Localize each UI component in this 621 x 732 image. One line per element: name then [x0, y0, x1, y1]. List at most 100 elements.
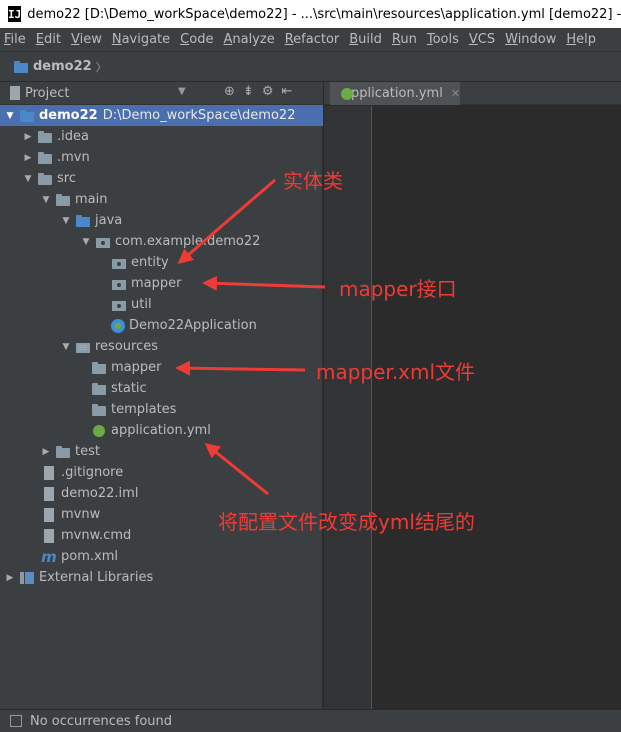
- menu-refactor[interactable]: Refactor: [281, 28, 344, 52]
- tab-label: application.yml: [343, 86, 443, 101]
- tool-windows-icon[interactable]: [10, 715, 22, 727]
- menu-view[interactable]: View: [67, 28, 106, 52]
- tree-node-mapper-folder[interactable]: mapper: [0, 357, 323, 378]
- tree-node-label: External Libraries: [39, 570, 154, 585]
- menu-analyze[interactable]: Analyze: [219, 28, 278, 52]
- expand-toggle-icon[interactable]: ▼: [60, 216, 72, 226]
- tree-node-demo22application[interactable]: Demo22Application: [0, 315, 323, 336]
- expand-toggle-icon[interactable]: ▼: [40, 195, 52, 205]
- editor-area[interactable]: [324, 106, 621, 709]
- tree-node-label: mapper: [131, 276, 182, 291]
- menu-code[interactable]: Code: [176, 28, 217, 52]
- menu-edit[interactable]: Edit: [32, 28, 65, 52]
- spring-boot-class-icon: [111, 318, 125, 333]
- menu-run[interactable]: Run: [388, 28, 421, 52]
- project-panel-header: Project ▼ ⊕ ⇟ ⚙ ⇤: [0, 82, 323, 105]
- target-icon[interactable]: ⊕: [224, 84, 235, 99]
- menu-bar: File Edit View Navigate Code Analyze Ref…: [0, 28, 621, 52]
- menu-navigate[interactable]: Navigate: [108, 28, 174, 52]
- package-icon: [111, 277, 127, 291]
- annotation-entity: 实体类: [283, 169, 343, 193]
- tree-node-label: util: [131, 297, 152, 312]
- tree-node-label: main: [75, 192, 108, 207]
- status-message: No occurrences found: [30, 713, 173, 729]
- project-view-selector[interactable]: Project: [4, 86, 69, 101]
- expand-toggle-icon[interactable]: ▶: [4, 573, 16, 583]
- module-folder-icon: [13, 60, 29, 74]
- package-icon: [95, 235, 111, 249]
- intellij-app-icon: IJ: [8, 6, 22, 22]
- tree-node-static[interactable]: static: [0, 378, 323, 399]
- expand-toggle-icon[interactable]: ▶: [40, 447, 52, 457]
- tree-node-util[interactable]: util: [0, 294, 323, 315]
- tree-node-application-yml[interactable]: application.yml: [0, 420, 323, 441]
- tree-node-src[interactable]: ▼ src: [0, 168, 323, 189]
- tree-node-demo22-iml[interactable]: demo22.iml: [0, 483, 323, 504]
- annotation-mapper-xml: mapper.xml文件: [316, 360, 476, 384]
- tree-node-label: demo22.iml: [61, 486, 139, 501]
- project-view-icon: [7, 86, 21, 100]
- chevron-right-icon: 〉: [95, 60, 107, 74]
- tree-node-label: pom.xml: [61, 549, 118, 564]
- expand-toggle-icon[interactable]: ▼: [60, 342, 72, 352]
- collapse-icon[interactable]: ⇟: [243, 84, 254, 99]
- editor-tab-bar: application.yml ✕: [324, 82, 621, 105]
- expand-toggle-icon[interactable]: ▼: [22, 174, 34, 184]
- tree-node-external-libraries[interactable]: ▶ External Libraries: [0, 567, 323, 588]
- gear-icon[interactable]: ⚙: [262, 84, 274, 99]
- menu-vcs[interactable]: VCS: [465, 28, 499, 52]
- library-icon: [19, 571, 35, 585]
- tree-node-test[interactable]: ▶ test: [0, 441, 323, 462]
- expand-toggle-icon[interactable]: ▼: [80, 237, 92, 247]
- hide-icon[interactable]: ⇤: [281, 84, 292, 99]
- tree-node-label: src: [57, 171, 76, 186]
- tree-node-mvn[interactable]: ▶ .mvn: [0, 147, 323, 168]
- tree-node-package[interactable]: ▼ com.example.demo22: [0, 231, 323, 252]
- close-tab-icon[interactable]: ✕: [451, 87, 460, 100]
- tree-node-label: application.yml: [111, 423, 211, 438]
- tree-node-java[interactable]: ▼ java: [0, 210, 323, 231]
- tree-node-main[interactable]: ▼ main: [0, 189, 323, 210]
- status-bar: No occurrences found: [0, 709, 621, 732]
- tree-node-label: static: [111, 381, 147, 396]
- module-folder-icon: [19, 109, 35, 123]
- tree-node-pom-xml[interactable]: m pom.xml: [0, 546, 323, 567]
- file-icon: [41, 528, 57, 543]
- tree-node-label: .idea: [57, 129, 89, 144]
- tree-node-gitignore[interactable]: .gitignore: [0, 462, 323, 483]
- folder-icon: [55, 445, 71, 459]
- resources-folder-icon: [75, 340, 91, 354]
- expand-toggle-icon[interactable]: ▼: [4, 111, 16, 121]
- tree-node-label: .mvn: [57, 150, 90, 165]
- source-folder-icon: [75, 214, 91, 228]
- tree-node-idea[interactable]: ▶ .idea: [0, 126, 323, 147]
- folder-icon: [37, 151, 53, 165]
- project-panel-title: Project: [25, 85, 70, 101]
- folder-icon: [91, 403, 107, 417]
- expand-toggle-icon[interactable]: ▶: [22, 132, 34, 142]
- tab-application-yml[interactable]: application.yml ✕: [330, 82, 460, 105]
- tree-node-label: mvnw.cmd: [61, 528, 132, 543]
- tree-node-label: entity: [131, 255, 169, 270]
- file-icon: [41, 486, 57, 501]
- tree-node-demo22[interactable]: ▼ demo22 D:\Demo_workSpace\demo22: [0, 105, 323, 126]
- dropdown-arrow-icon[interactable]: ▼: [178, 86, 186, 97]
- menu-help[interactable]: Help: [562, 28, 600, 52]
- package-icon: [111, 298, 127, 312]
- tree-node-label: .gitignore: [61, 465, 124, 480]
- tree-node-resources[interactable]: ▼ resources: [0, 336, 323, 357]
- tree-node-templates[interactable]: templates: [0, 399, 323, 420]
- menu-build[interactable]: Build: [345, 28, 386, 52]
- tree-node-mapper-package[interactable]: mapper: [0, 273, 323, 294]
- menu-tools[interactable]: Tools: [423, 28, 463, 52]
- folder-icon: [91, 361, 107, 375]
- tree-node-entity[interactable]: entity: [0, 252, 323, 273]
- folder-icon: [37, 172, 53, 186]
- breadcrumb-project[interactable]: demo22 〉: [10, 59, 107, 75]
- expand-toggle-icon[interactable]: ▶: [22, 153, 34, 163]
- breadcrumb-label: demo22: [33, 59, 92, 74]
- menu-window[interactable]: Window: [501, 28, 560, 52]
- menu-file[interactable]: File: [0, 28, 30, 52]
- maven-icon: m: [41, 547, 57, 566]
- package-icon: [111, 256, 127, 270]
